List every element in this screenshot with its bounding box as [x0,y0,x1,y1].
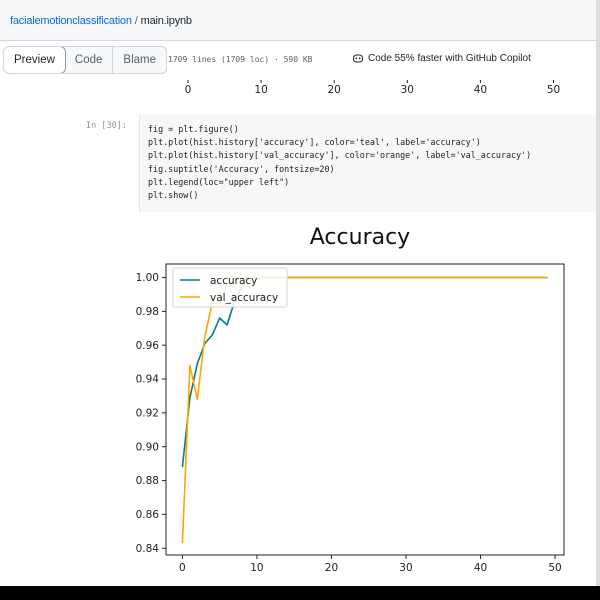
x-tick-label: 20 [325,562,338,574]
x-tick-label: 40 [474,562,487,574]
upper-x-tick-label: 50 [547,84,560,96]
code-line: fig = plt.figure() [148,124,239,134]
copilot-link[interactable]: Code 55% faster with GitHub Copilot [352,53,531,64]
code-block: fig = plt.figure() plt.plot(hist.history[… [148,123,531,202]
series-line-val-accuracy [181,276,548,544]
breadcrumb: facialemotionclassification / main.ipynb [10,15,192,27]
copilot-text: Code 55% faster with GitHub Copilot [368,53,531,64]
code-line: fig.suptitle('Accuracy', fontsize=20) [148,163,335,174]
copilot-icon [353,54,363,63]
chart-title: Accuracy [310,225,410,250]
code-line: plt.plot(hist.history['accuracy'], color… [148,137,481,148]
breadcrumb-separator: / [134,15,138,27]
y-tick-label: 0.88 [136,475,159,487]
bottom-bar [0,586,600,600]
repo-link[interactable]: facialemotionclassification [10,15,132,27]
file-header-bar: facialemotionclassification / main.ipynb [0,0,600,41]
upper-x-tick-label: 0 [185,84,192,96]
plot-frame [165,263,565,556]
y-tick-label: 0.84 [136,543,160,555]
upper-x-tick-label: 40 [474,84,487,96]
upper-x-tick-label: 30 [401,84,414,96]
legend-label: accuracy [210,275,257,287]
window-edge [596,0,600,586]
preview-tab[interactable]: Preview [4,47,66,73]
file-toolbar: Preview Code Blame 1709 lines (1709 loc)… [0,41,600,81]
x-tick-label: 10 [250,562,263,574]
upper-x-tick-label: 10 [254,84,267,96]
code-tab[interactable]: Code [65,47,114,73]
code-line: plt.legend(loc="upper left") [148,176,290,187]
accuracy-chart: Accuracy 0.84 0.86 0.88 0.90 0.92 0.94 0.96 0.98… [136,225,565,574]
cell-prompt: In [30]: [86,121,127,131]
y-tick-label: 0.96 [136,340,160,352]
file-name: main.ipynb [140,15,192,27]
blame-tab[interactable]: Blame [113,47,166,73]
y-tick-label: 0.86 [136,509,160,521]
x-tick-label: 30 [399,562,412,574]
y-tick-label: 0.98 [136,306,159,318]
x-tick-label: 0 [179,562,186,574]
view-mode-tabs: Preview Code Blame [3,46,168,74]
y-tick-label: 0.94 [136,374,160,386]
code-cell: fig = plt.figure() plt.plot(hist.history[… [139,114,600,212]
file-info: 1709 lines (1709 loc) · 590 KB [168,55,313,64]
x-tick-label: 50 [548,562,561,574]
legend-label: val_accuracy [210,292,278,304]
previous-output-x-axis: 0 10 20 30 40 50 [185,80,560,96]
y-tick-label: 1.00 [136,272,159,284]
chart-legend: accuracy val_accuracy [172,267,288,308]
code-line: plt.show() [148,190,199,201]
y-tick-label: 0.92 [136,407,159,419]
y-tick-label: 0.90 [136,441,159,453]
code-line: plt.plot(hist.history['val_accuracy'], c… [148,150,532,161]
upper-x-tick-label: 20 [328,84,341,96]
